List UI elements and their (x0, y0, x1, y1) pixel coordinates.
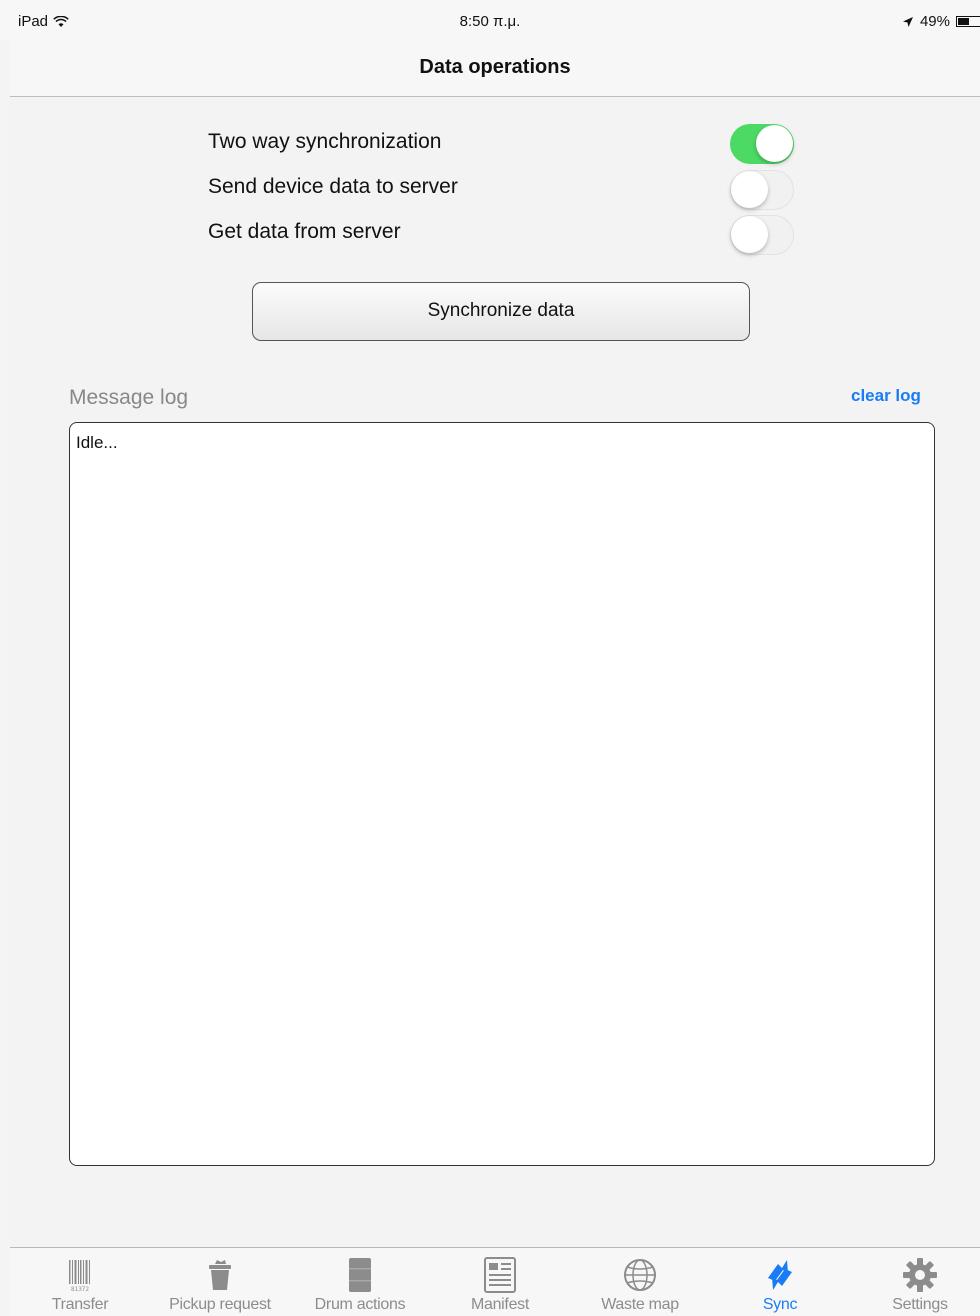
battery-icon (956, 16, 980, 27)
tab-label: Drum actions (314, 1296, 406, 1313)
clear-log-button[interactable]: clear log (851, 386, 921, 406)
tab-label: Pickup request (169, 1296, 271, 1313)
get-data-toggle[interactable] (730, 215, 794, 255)
navigation-bar: Data operations (10, 40, 980, 97)
message-log-textarea[interactable]: Idle... (69, 422, 935, 1166)
battery-percent: 49% (919, 13, 950, 30)
tab-bar: 81372 Transfer Pickup request Drum actio… (10, 1247, 980, 1316)
get-data-label: Get data from server (208, 220, 401, 243)
two-way-sync-toggle[interactable] (730, 124, 794, 164)
document-icon (484, 1257, 516, 1293)
gear-icon (903, 1258, 937, 1292)
tab-label: Settings (892, 1296, 948, 1313)
tab-label: Manifest (470, 1296, 530, 1313)
status-bar: iPad 8:50 π.μ. 49% (0, 0, 980, 40)
bin-icon (209, 1260, 231, 1290)
tab-label: Transfer (51, 1296, 109, 1313)
tab-settings[interactable]: Settings (850, 1248, 980, 1316)
barcode-icon: 81372 (69, 1260, 90, 1293)
toggle-knob (731, 216, 768, 253)
tab-transfer[interactable]: 81372 Transfer (10, 1248, 150, 1316)
synchronize-data-button[interactable]: Synchronize data (252, 282, 750, 341)
battery-fill (958, 18, 970, 25)
tab-drum-actions[interactable]: Drum actions (290, 1248, 430, 1316)
tab-waste-map[interactable]: Waste map (570, 1248, 710, 1316)
send-device-data-toggle[interactable] (730, 170, 794, 210)
two-way-sync-label: Two way synchronization (208, 130, 442, 153)
toggle-knob (756, 125, 793, 162)
message-log-label: Message log (69, 386, 189, 409)
tab-label: Waste map (601, 1296, 679, 1313)
status-time: 8:50 π.μ. (459, 13, 521, 30)
screen: iPad 8:50 π.μ. 49% Data operations Two w… (0, 0, 980, 1316)
status-right: 49% (902, 13, 980, 30)
barcode-number: 81372 (71, 1286, 89, 1293)
page-title: Data operations (419, 56, 571, 78)
drum-icon (349, 1258, 371, 1292)
tab-pickup-request[interactable]: Pickup request (150, 1248, 290, 1316)
tab-sync[interactable]: Sync (710, 1248, 850, 1316)
tab-label: Sync (762, 1296, 798, 1313)
tab-manifest[interactable]: Manifest (430, 1248, 570, 1316)
send-device-data-label: Send device data to server (208, 175, 458, 198)
log-text: Idle... (76, 433, 118, 452)
location-arrow-icon (902, 16, 913, 27)
toggle-knob (731, 171, 768, 208)
sync-icon (768, 1260, 792, 1290)
main-content: Two way synchronization Send device data… (10, 97, 980, 1247)
globe-icon (624, 1259, 656, 1291)
